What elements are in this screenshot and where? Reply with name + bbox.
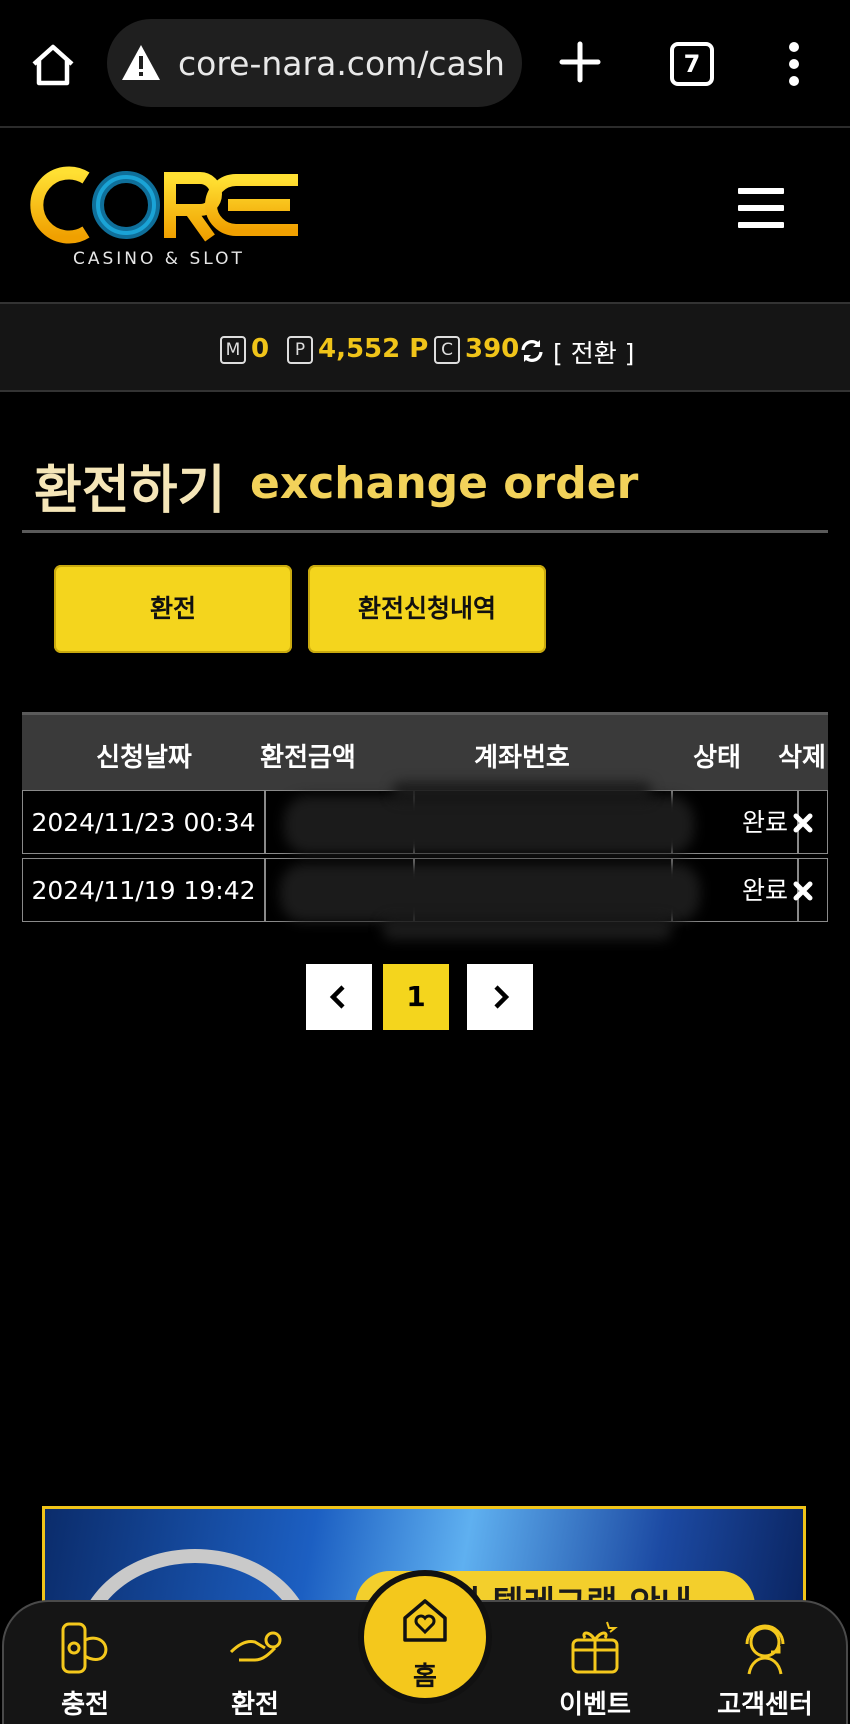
deposit-icon — [61, 1622, 108, 1674]
nav-home-label: 홈 — [413, 1662, 437, 1692]
header-amount: 환전금액 — [260, 743, 356, 773]
header-date: 신청날짜 — [96, 743, 192, 773]
money-value: 0 — [251, 334, 270, 364]
page-title: 환전하기 — [34, 461, 226, 521]
point-icon: P — [287, 335, 313, 364]
delete-icon[interactable] — [792, 812, 814, 834]
browser-toolbar: core-nara.com/cash_ 7 — [0, 0, 850, 128]
prev-page-button[interactable] — [306, 964, 372, 1030]
exchange-history-tab-button[interactable]: 환전신청내역 — [308, 565, 546, 653]
coin-icon: C — [434, 335, 460, 364]
core-logo[interactable]: CASINO & SLOT — [30, 156, 310, 266]
more-menu-icon[interactable] — [787, 42, 801, 86]
money-balance: M0 — [220, 334, 269, 364]
nav-support[interactable]: 고객센터 — [695, 1618, 835, 1721]
gift-icon — [571, 1621, 619, 1674]
coin-value: 390 — [465, 334, 520, 364]
nav-support-label: 고객센터 — [717, 1690, 813, 1720]
exchange-icon — [229, 1631, 282, 1662]
redaction-overlay — [284, 796, 694, 854]
menu-line-icon — [738, 205, 784, 211]
tab-switcher-button[interactable]: 7 — [670, 42, 714, 86]
redaction-overlay — [392, 782, 652, 800]
cell-date: 2024/11/23 00:34 — [22, 790, 265, 854]
redaction-overlay — [280, 864, 700, 922]
refresh-icon[interactable] — [519, 338, 545, 364]
next-page-button[interactable] — [467, 964, 533, 1030]
nav-exchange[interactable]: 환전 — [185, 1618, 325, 1721]
nav-deposit[interactable]: 충전 — [15, 1618, 155, 1721]
point-balance: P 4,552 P — [287, 334, 428, 364]
page-number-button[interactable]: 1 — [383, 964, 449, 1030]
logo-tagline: CASINO & SLOT — [73, 249, 245, 266]
home-heart-icon — [403, 1599, 447, 1642]
redaction-overlay — [382, 918, 672, 940]
home-icon[interactable] — [28, 40, 78, 90]
url-text[interactable]: core-nara.com/cash_ — [178, 44, 503, 83]
chevron-right-icon — [494, 985, 510, 1009]
exchange-tab-button[interactable]: 환전 — [54, 565, 292, 653]
nav-exchange-label: 환전 — [231, 1690, 279, 1720]
header-status: 상태 — [693, 743, 741, 773]
nav-event[interactable]: 이벤트 — [525, 1618, 665, 1721]
headset-icon — [745, 1624, 785, 1675]
new-tab-icon[interactable] — [556, 38, 604, 86]
menu-line-icon — [738, 222, 784, 228]
hamburger-menu-button[interactable] — [738, 188, 784, 228]
coin-balance: C 390 — [434, 334, 519, 364]
warning-icon[interactable] — [120, 42, 162, 84]
page-subtitle: exchange order — [250, 458, 639, 509]
menu-line-icon — [738, 188, 784, 194]
cell-date: 2024/11/19 19:42 — [22, 858, 265, 922]
site-header: CASINO & SLOT — [0, 128, 850, 298]
chevron-left-icon — [329, 985, 345, 1009]
nav-event-label: 이벤트 — [559, 1690, 631, 1720]
point-value: 4,552 P — [318, 334, 429, 364]
nav-deposit-label: 충전 — [61, 1690, 109, 1720]
nav-home-button[interactable]: 홈 — [358, 1570, 492, 1704]
title-divider — [22, 530, 828, 533]
header-delete: 삭제 — [778, 743, 826, 773]
header-account: 계좌번호 — [474, 743, 570, 773]
delete-icon[interactable] — [792, 880, 814, 902]
table-header: 신청날짜 환전금액 계좌번호 상태 삭제 — [22, 712, 828, 791]
money-icon: M — [220, 335, 246, 364]
convert-button[interactable]: [ 전환 ] — [553, 334, 634, 370]
